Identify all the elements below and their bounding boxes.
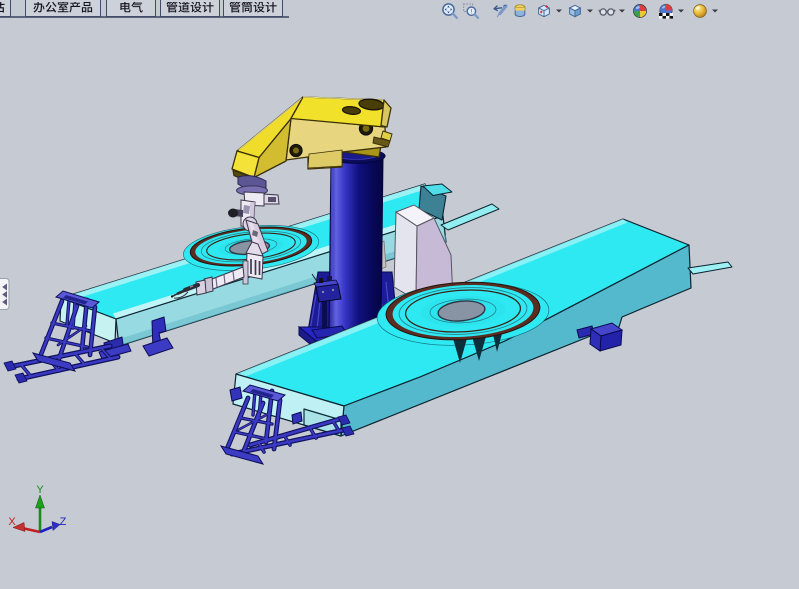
zoom-to-area-icon: ! <box>461 1 481 21</box>
command-tab-2[interactable]: 电气 <box>106 0 156 17</box>
panel-flyout-collapse-button[interactable] <box>0 278 10 310</box>
section-view-icon <box>511 1 531 21</box>
view-settings-icon <box>690 1 710 21</box>
hide-show-items-icon <box>597 1 617 21</box>
command-tab-4[interactable]: 管筒设计 <box>223 0 283 17</box>
apply-scene-button[interactable] <box>656 1 685 21</box>
command-manager-bar: 评估 办公室产品 电气 管道设计 管筒设计 ! <box>0 0 799 22</box>
tab-label: 管道设计 <box>161 0 219 16</box>
triad-x-label: X <box>8 516 16 528</box>
dropdown-arrow-icon[interactable] <box>586 8 594 14</box>
dropdown-arrow-icon[interactable] <box>711 8 719 14</box>
edit-appearance-button[interactable] <box>630 1 650 21</box>
zoom-to-fit-button[interactable] <box>440 1 460 21</box>
svg-text:!: ! <box>470 8 473 16</box>
triad-y-label: Y <box>36 484 44 496</box>
edit-appearance-icon <box>630 1 650 21</box>
section-view-button[interactable] <box>511 1 531 21</box>
view-orientation-icon <box>534 1 554 21</box>
triad-z-label: Z <box>60 516 67 528</box>
tab-label: 电气 <box>107 0 155 16</box>
cad-viewport[interactable]: Y X Z 评估 办公室产品 电气 管道设计 管筒设计 ! <box>0 0 799 589</box>
zoom-to-area-button[interactable]: ! <box>461 1 481 21</box>
command-tab-0[interactable]: 评估 <box>0 0 11 17</box>
dropdown-arrow-icon[interactable] <box>618 8 626 14</box>
orientation-triad: Y X Z <box>8 484 66 532</box>
display-style-icon <box>565 1 585 21</box>
display-style-button[interactable] <box>565 1 594 21</box>
command-tab-3[interactable]: 管道设计 <box>160 0 220 17</box>
dropdown-arrow-icon[interactable] <box>677 8 685 14</box>
view-orientation-button[interactable] <box>534 1 563 21</box>
right-beam-side-fin[interactable] <box>688 262 732 274</box>
previous-view-icon <box>490 1 510 21</box>
left-beam-side-fin[interactable] <box>441 204 499 230</box>
tab-label: 评估 <box>0 0 10 16</box>
dropdown-arrow-icon[interactable] <box>555 8 563 14</box>
view-settings-button[interactable] <box>690 1 719 21</box>
zoom-to-fit-icon <box>440 1 460 21</box>
viewport-3d-scene[interactable]: Y X Z <box>0 0 799 589</box>
command-tab-1[interactable]: 办公室产品 <box>25 0 101 17</box>
apply-scene-icon <box>656 1 676 21</box>
previous-view-button[interactable] <box>490 1 510 21</box>
hide-show-items-button[interactable] <box>597 1 626 21</box>
tab-label: 管筒设计 <box>224 0 282 16</box>
tab-label: 办公室产品 <box>26 0 100 16</box>
